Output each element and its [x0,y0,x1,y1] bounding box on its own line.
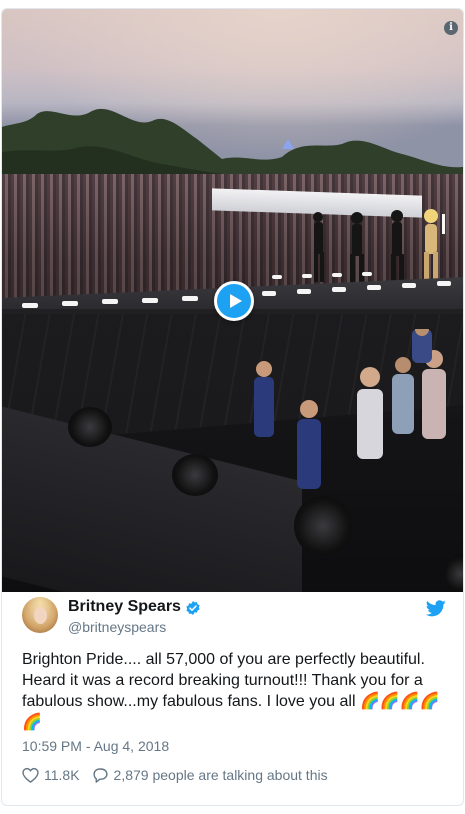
speech-bubble-icon[interactable] [92,767,109,783]
display-name[interactable]: Britney Spears [68,598,181,616]
video-thumbnail[interactable]: i [2,9,463,592]
user-handle[interactable]: @britneyspears [68,619,166,635]
tweet-actions: 11.8K 2,879 people are talking about thi… [22,766,328,784]
twitter-bird-icon[interactable] [426,600,446,617]
heart-icon[interactable] [22,767,39,783]
conversation-link[interactable]: 2,879 people are talking about this [114,767,328,783]
stage-speaker [294,496,352,556]
play-icon [229,294,242,308]
avatar[interactable] [22,597,58,633]
verified-badge-icon [186,601,200,615]
tweet-embed-card: i Britney Spears @britneyspears Brighton… [1,8,464,806]
tweet-text: Brighton Pride.... all 57,000 of you are… [22,651,440,731]
play-button[interactable] [214,281,254,321]
avatar-face [34,607,47,624]
like-count[interactable]: 11.8K [44,767,80,783]
stage-speaker [68,407,112,447]
stage-speaker [172,454,218,496]
tweet-timestamp[interactable]: 10:59 PM - Aug 4, 2018 [22,738,169,754]
info-icon[interactable]: i [444,21,458,35]
front-row-fans [254,329,446,489]
